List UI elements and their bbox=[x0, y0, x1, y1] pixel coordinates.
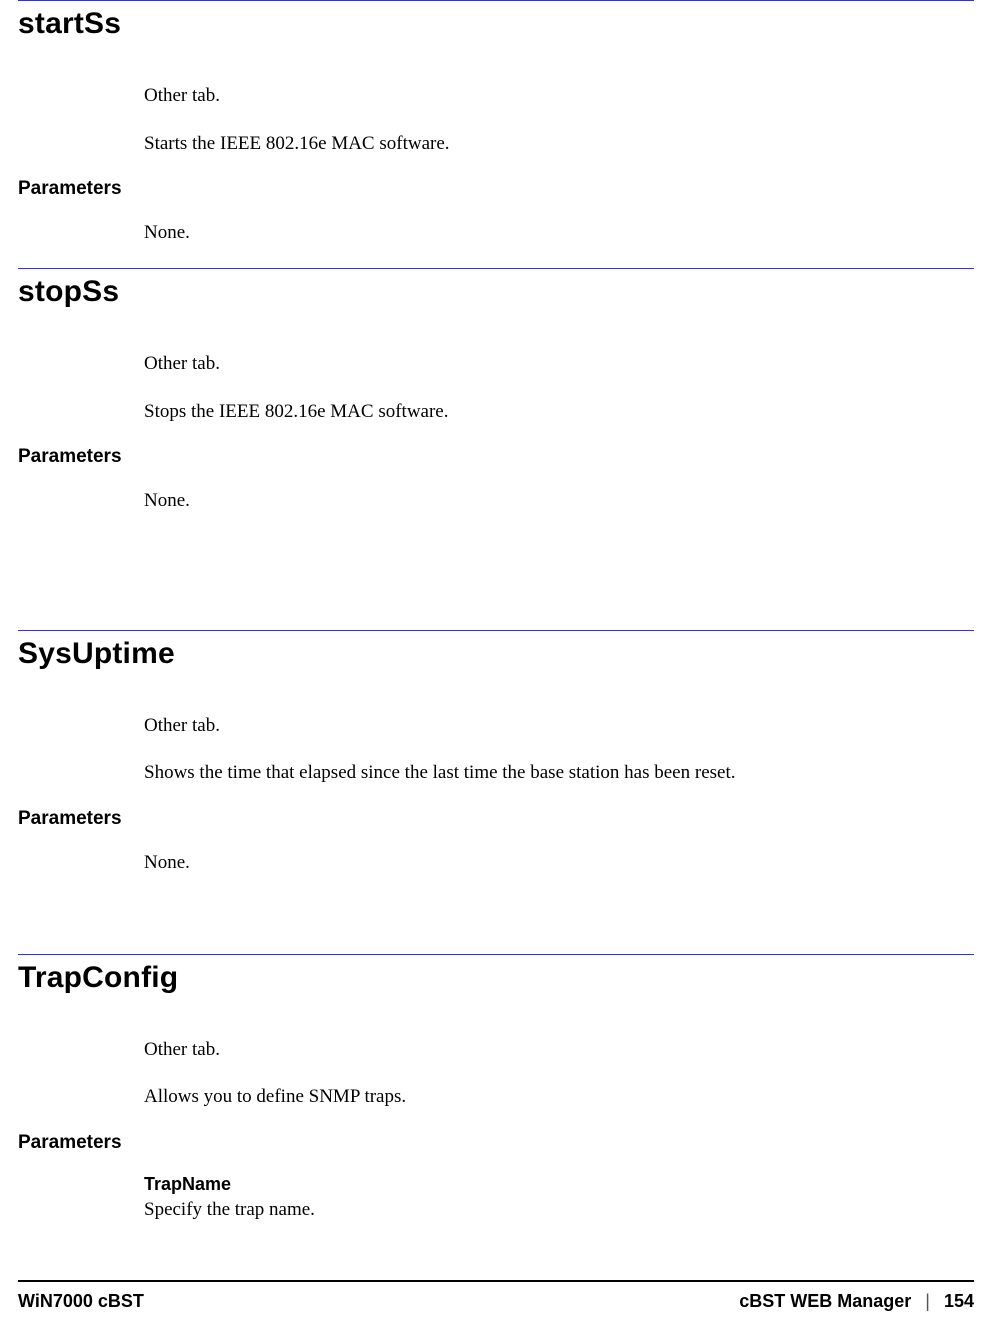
section-body: Other tab. Allows you to define SNMP tra… bbox=[144, 1037, 964, 1110]
section-body: Other tab. Shows the time that elapsed s… bbox=[144, 713, 964, 786]
section-tab: Other tab. bbox=[144, 1037, 964, 1063]
footer-left: WiN7000 cBST bbox=[18, 1291, 144, 1312]
parameters-body: None. bbox=[144, 850, 964, 876]
section-rule bbox=[18, 268, 974, 269]
section-body: Other tab. Stops the IEEE 802.16e MAC so… bbox=[144, 351, 964, 424]
parameter-name: TrapName bbox=[144, 1174, 964, 1195]
section-description: Starts the IEEE 802.16e MAC software. bbox=[144, 131, 964, 157]
parameters-body: TrapName Specify the trap name. bbox=[144, 1174, 964, 1223]
parameters-heading: Parameters bbox=[18, 446, 974, 468]
footer-right: cBST WEB Manager | 154 bbox=[739, 1291, 974, 1312]
parameters-text: None. bbox=[144, 850, 964, 876]
parameter-description: Specify the trap name. bbox=[144, 1197, 964, 1223]
section-title: TrapConfig bbox=[18, 961, 974, 995]
footer-page-number: 154 bbox=[944, 1291, 974, 1312]
footer-separator: | bbox=[925, 1291, 930, 1312]
parameter-item: TrapName Specify the trap name. bbox=[144, 1174, 964, 1223]
parameters-heading: Parameters bbox=[18, 1132, 974, 1154]
section-description: Stops the IEEE 802.16e MAC software. bbox=[144, 399, 964, 425]
footer-section-title: cBST WEB Manager bbox=[739, 1291, 911, 1312]
parameters-body: None. bbox=[144, 220, 964, 246]
section-title: startSs bbox=[18, 7, 974, 41]
section-description: Shows the time that elapsed since the la… bbox=[144, 760, 964, 786]
section-rule bbox=[18, 0, 974, 1]
section-description: Allows you to define SNMP traps. bbox=[144, 1084, 964, 1110]
parameters-text: None. bbox=[144, 220, 964, 246]
section-title: stopSs bbox=[18, 275, 974, 309]
parameters-body: None. bbox=[144, 488, 964, 514]
section-tab: Other tab. bbox=[144, 351, 964, 377]
parameters-heading: Parameters bbox=[18, 808, 974, 830]
section-tab: Other tab. bbox=[144, 83, 964, 109]
footer-rule bbox=[18, 1280, 974, 1282]
page-footer: WiN7000 cBST cBST WEB Manager | 154 bbox=[18, 1291, 974, 1312]
document-page: startSs Other tab. Starts the IEEE 802.1… bbox=[0, 0, 992, 1326]
section-title: SysUptime bbox=[18, 637, 974, 671]
section-rule bbox=[18, 630, 974, 631]
section-body: Other tab. Starts the IEEE 802.16e MAC s… bbox=[144, 83, 964, 156]
section-rule bbox=[18, 954, 974, 955]
spacer bbox=[18, 898, 974, 954]
parameters-heading: Parameters bbox=[18, 178, 974, 200]
spacer bbox=[18, 536, 974, 630]
section-tab: Other tab. bbox=[144, 713, 964, 739]
parameters-text: None. bbox=[144, 488, 964, 514]
